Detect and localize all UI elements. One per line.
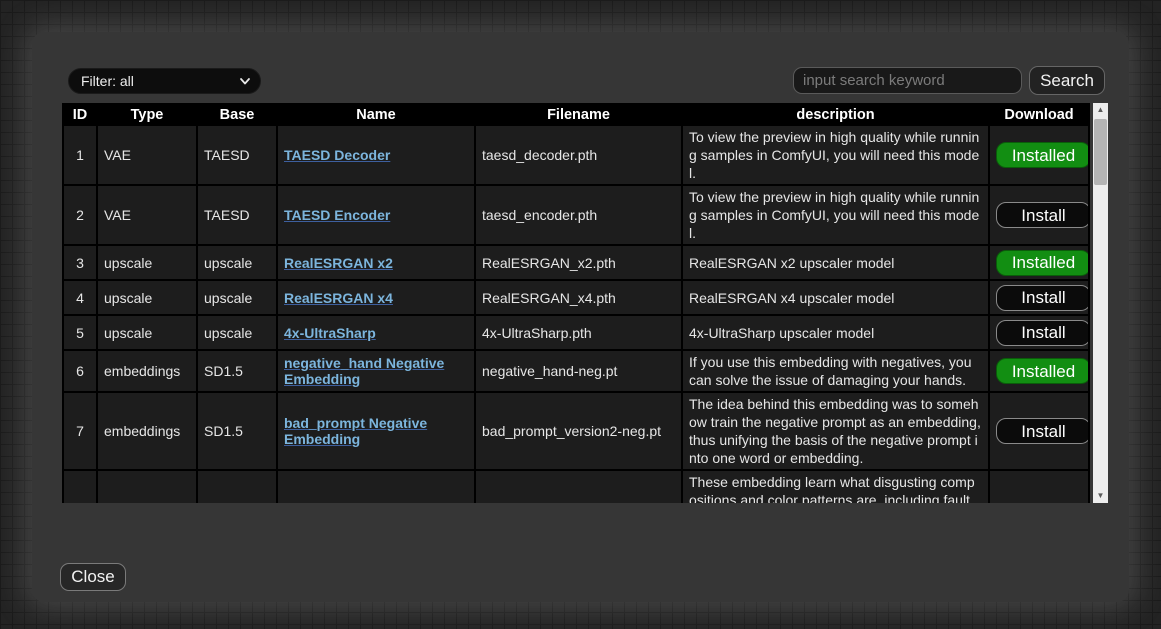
scrollbar-down-arrow-icon[interactable]: ▼ <box>1093 489 1108 503</box>
model-name-link[interactable]: RealESRGAN x4 <box>284 290 393 306</box>
cell-type: upscale <box>98 281 196 314</box>
filter-select[interactable]: Filter: all <box>68 68 261 94</box>
cell-type: embeddings <box>98 351 196 391</box>
scrollbar-up-arrow-icon[interactable]: ▲ <box>1093 103 1108 117</box>
model-name-link[interactable]: RealESRGAN x2 <box>284 255 393 271</box>
download-button[interactable]: Installed <box>996 358 1088 384</box>
cell-id: 4 <box>64 281 96 314</box>
column-header-base: Base <box>198 105 276 124</box>
table-row: 5 upscale upscale 4x-UltraSharp 4x-Ultra… <box>64 316 1088 349</box>
cell-description: RealESRGAN x2 upscaler model <box>683 246 988 279</box>
table-row: 4 upscale upscale RealESRGAN x4 RealESRG… <box>64 281 1088 314</box>
search-input[interactable] <box>793 67 1022 94</box>
model-name-link[interactable]: bad_prompt Negative Embedding <box>284 415 427 447</box>
cell-filename: taesd_decoder.pth <box>476 126 681 184</box>
cell-id: 1 <box>64 126 96 184</box>
download-button[interactable]: Install <box>996 418 1088 444</box>
download-button[interactable]: Installed <box>996 142 1088 168</box>
cell-base <box>198 471 276 503</box>
table-body: 1 VAE TAESD TAESD Decoder taesd_decoder.… <box>64 126 1088 503</box>
cell-base: TAESD <box>198 126 276 184</box>
model-name-link[interactable]: TAESD Encoder <box>284 207 390 223</box>
search-button[interactable]: Search <box>1029 66 1105 95</box>
table-scrollbar[interactable]: ▲ ▼ <box>1093 103 1108 503</box>
filter-select-value: Filter: all <box>81 73 134 89</box>
cell-description: The idea behind this embedding was to so… <box>683 393 988 469</box>
table-row: 6 embeddings SD1.5 negative_hand Negativ… <box>64 351 1088 391</box>
cell-filename <box>476 471 681 503</box>
model-name-link[interactable]: negative_hand Negative Embedding <box>284 355 444 387</box>
cell-description: To view the preview in high quality whil… <box>683 186 988 244</box>
models-table: ID Type Base Name Filename description D… <box>62 103 1092 503</box>
install-models-dialog: Filter: all Search ID Type Base Name Fil… <box>32 32 1129 602</box>
cell-base: upscale <box>198 281 276 314</box>
cell-base: SD1.5 <box>198 393 276 469</box>
cell-filename: RealESRGAN_x4.pth <box>476 281 681 314</box>
close-button[interactable]: Close <box>60 563 126 591</box>
download-button[interactable]: Install <box>996 285 1088 311</box>
table-row: These embedding learn what disgusting co… <box>64 471 1088 503</box>
cell-description: RealESRGAN x4 upscaler model <box>683 281 988 314</box>
cell-base: TAESD <box>198 186 276 244</box>
column-header-download: Download <box>990 105 1088 124</box>
cell-description: If you use this embedding with negatives… <box>683 351 988 391</box>
model-name-link[interactable]: 4x-UltraSharp <box>284 325 376 341</box>
cell-type: upscale <box>98 316 196 349</box>
column-header-filename: Filename <box>476 105 681 124</box>
cell-base: SD1.5 <box>198 351 276 391</box>
model-name-link[interactable]: TAESD Decoder <box>284 147 390 163</box>
column-header-name: Name <box>278 105 474 124</box>
cell-type: embeddings <box>98 393 196 469</box>
cell-type: VAE <box>98 126 196 184</box>
table-header-row: ID Type Base Name Filename description D… <box>64 105 1088 124</box>
table-row: 7 embeddings SD1.5 bad_prompt Negative E… <box>64 393 1088 469</box>
cell-id <box>64 471 96 503</box>
cell-id: 7 <box>64 393 96 469</box>
cell-id: 2 <box>64 186 96 244</box>
cell-id: 3 <box>64 246 96 279</box>
cell-filename: bad_prompt_version2-neg.pt <box>476 393 681 469</box>
cell-description: To view the preview in high quality whil… <box>683 126 988 184</box>
cell-type <box>98 471 196 503</box>
column-header-description: description <box>683 105 988 124</box>
download-button[interactable]: Install <box>996 320 1088 346</box>
cell-filename: 4x-UltraSharp.pth <box>476 316 681 349</box>
cell-base: upscale <box>198 246 276 279</box>
cell-type: upscale <box>98 246 196 279</box>
cell-filename: taesd_encoder.pth <box>476 186 681 244</box>
cell-type: VAE <box>98 186 196 244</box>
column-header-type: Type <box>98 105 196 124</box>
table-row: 2 VAE TAESD TAESD Encoder taesd_encoder.… <box>64 186 1088 244</box>
cell-description: These embedding learn what disgusting co… <box>683 471 988 503</box>
cell-description: 4x-UltraSharp upscaler model <box>683 316 988 349</box>
scrollbar-thumb[interactable] <box>1094 119 1107 185</box>
download-button[interactable]: Installed <box>996 250 1088 276</box>
cell-id: 6 <box>64 351 96 391</box>
table-row: 3 upscale upscale RealESRGAN x2 RealESRG… <box>64 246 1088 279</box>
column-header-id: ID <box>64 105 96 124</box>
cell-filename: negative_hand-neg.pt <box>476 351 681 391</box>
cell-id: 5 <box>64 316 96 349</box>
download-button[interactable]: Install <box>996 202 1088 228</box>
table-row: 1 VAE TAESD TAESD Decoder taesd_decoder.… <box>64 126 1088 184</box>
cell-filename: RealESRGAN_x2.pth <box>476 246 681 279</box>
cell-base: upscale <box>198 316 276 349</box>
